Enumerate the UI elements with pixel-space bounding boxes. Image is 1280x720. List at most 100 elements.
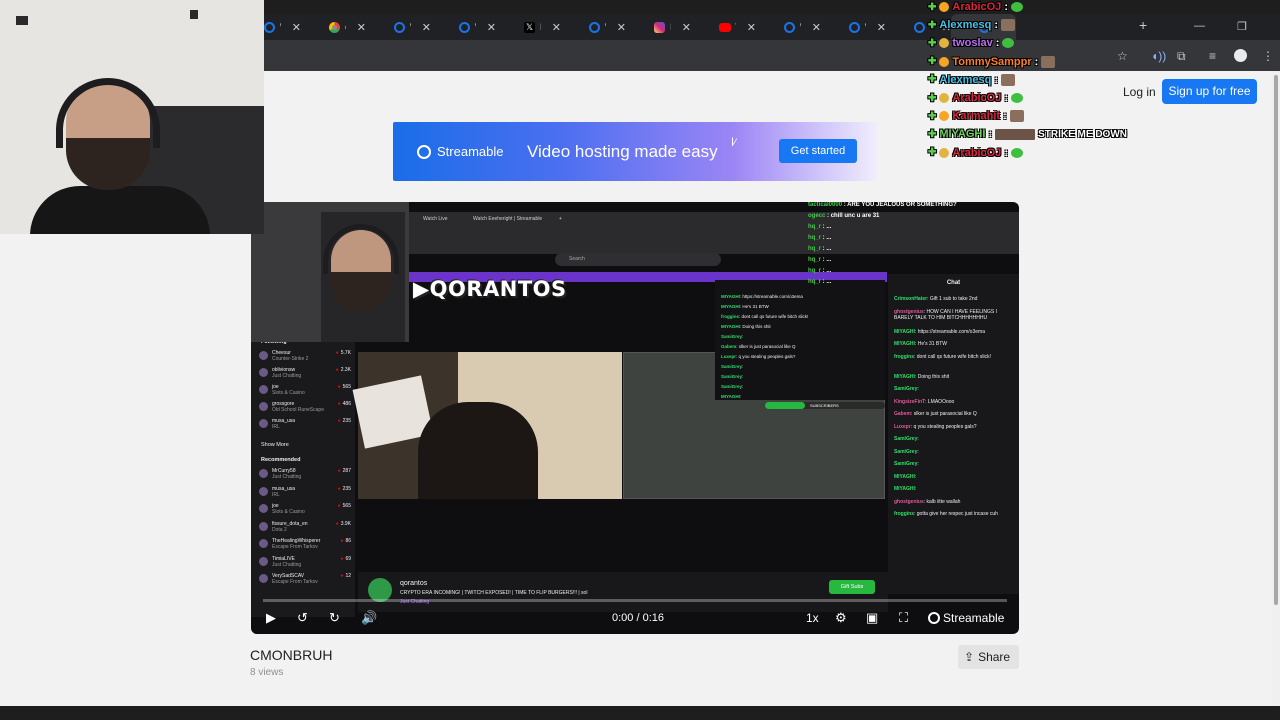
chat-message: q you stealing peoples gals? <box>738 354 796 359</box>
tab-label: This <box>735 22 736 32</box>
viewer-count: 3.9K <box>336 521 351 527</box>
tab-close-icon[interactable]: ✕ <box>812 21 821 34</box>
following-item: musa_usaIRL 235 <box>259 418 351 430</box>
emote-icon <box>1010 2 1023 12</box>
top-chat-line: hq_r : ... <box>808 257 832 263</box>
browser-tab[interactable]: Watc ✕ <box>756 14 821 40</box>
chat-username: Luxepr <box>894 423 911 430</box>
minimize-button[interactable]: — <box>1194 20 1205 32</box>
tab-label: Watc <box>475 22 476 32</box>
viewer-count: 486 <box>338 401 351 407</box>
share-button[interactable]: ⇪ Share <box>958 645 1019 669</box>
browser-tab[interactable]: Watc ✕ <box>366 14 431 40</box>
forward-10-icon[interactable]: ↻ <box>329 610 340 626</box>
following-item: CheesurCounter-Strike 2 5.7K <box>259 350 351 362</box>
browser-tab[interactable]: Insta ✕ <box>626 14 691 40</box>
show-more-link: Show More <box>261 442 289 448</box>
recommended-item: joeSlots & Casino 565 <box>259 503 351 515</box>
extensions-puzzle-icon[interactable]: ⧉ <box>1177 49 1186 64</box>
viewer-count: 86 <box>340 538 351 544</box>
browser-tab[interactable]: chro ✕ <box>301 14 366 40</box>
tab-close-icon[interactable]: ✕ <box>552 21 561 34</box>
browser-tab[interactable]: Watc ✕ <box>821 14 886 40</box>
banner-headline: Video hosting made easy <box>527 142 718 161</box>
emote-icon <box>995 128 1036 140</box>
overlay-chat-line: ✚ Karmahit: <box>928 108 1024 124</box>
channel-text: musa_usa IRL <box>272 486 295 498</box>
extension-audio-icon[interactable]: ◖)) <box>1151 49 1166 63</box>
user-badge-icon <box>939 56 950 67</box>
instagram-icon <box>654 21 665 33</box>
mid-chat-line: SamiGrey: <box>721 374 744 379</box>
tab-close-icon[interactable]: ✕ <box>877 21 886 34</box>
restore-button[interactable]: ❐ <box>1237 20 1247 33</box>
user-badge-icon <box>939 38 950 49</box>
browser-tab[interactable]: Watc ✕ <box>431 14 496 40</box>
ad-banner[interactable]: Streamable Video hosting made easy ⅼ⁄ Ge… <box>393 122 878 181</box>
chat-username: MIYAGHI <box>721 394 740 399</box>
fullscreen-icon[interactable]: ⛶ <box>899 610 908 626</box>
channel-category: Dota 2 <box>272 526 287 533</box>
following-item: joeSlots & Casino 565 <box>259 384 351 396</box>
x-icon: 𝕏 <box>524 21 535 33</box>
chat-username: hq_r <box>808 246 822 252</box>
overlay-colon: : <box>995 37 1000 50</box>
channel-category: IRL <box>272 424 280 430</box>
get-started-button[interactable]: Get started <box>779 139 857 163</box>
browser-tab[interactable]: This ✕ <box>691 14 756 40</box>
signup-button[interactable]: Sign up for free <box>1162 79 1257 104</box>
sparkle-icon: ⅼ⁄ <box>731 137 736 149</box>
video-title: CMONBRUH <box>250 647 333 663</box>
rewind-10-icon[interactable]: ↺ <box>297 610 308 626</box>
tab-close-icon[interactable]: ✕ <box>682 21 691 34</box>
top-chat-line: tactical0000 : ARE YOU JEALOUS OR SOMETH… <box>808 202 957 208</box>
viewer-count: 12 <box>340 573 351 579</box>
chrome-icon <box>329 21 340 33</box>
browser-menu-icon[interactable]: ⋮ <box>1262 49 1274 63</box>
channel-text: fissure_dota_en Dota 2 <box>272 521 308 533</box>
page-scrollbar[interactable] <box>1272 71 1280 706</box>
subscriber-goal-bar: SUBSCRIBERS <box>765 402 885 409</box>
following-item: oblivionswJust Chatting 2.3K <box>259 367 351 379</box>
badge-star-icon: ✚ <box>928 37 937 49</box>
chat-username: ghostgenius <box>894 498 924 505</box>
tab-close-icon[interactable]: ✕ <box>487 21 496 34</box>
recommended-header: Recommended <box>261 457 301 463</box>
chat-username: froggins <box>894 353 914 360</box>
streamable-icon <box>394 21 405 33</box>
screen: Watc✕chro✕Watc✕Watc✕𝕏Hom✕Watc✕Insta✕This… <box>0 0 1280 720</box>
play-icon[interactable]: ▶ <box>266 610 276 626</box>
settings-gear-icon[interactable]: ⚙ <box>835 610 847 626</box>
tab-close-icon[interactable]: ✕ <box>422 21 431 34</box>
tab-close-icon[interactable]: ✕ <box>617 21 626 34</box>
stream-title: CRYPTO ERA INCOMING! | TWITCH EXPOSED! |… <box>400 590 588 596</box>
tab-label: Watc <box>605 22 606 32</box>
qorantos-logo-text: QORANTOS <box>429 277 567 301</box>
browser-tab[interactable]: Watc ✕ <box>561 14 626 40</box>
tab-close-icon[interactable]: ✕ <box>292 21 301 34</box>
tab-close-icon[interactable]: ✕ <box>357 21 366 34</box>
media-control-icon[interactable]: ≡ <box>1209 49 1216 63</box>
streamable-watermark[interactable]: Streamable <box>928 611 1004 625</box>
profile-avatar[interactable] <box>1234 49 1247 62</box>
scrollbar-thumb[interactable] <box>1274 75 1278 605</box>
pip-icon[interactable]: ▣ <box>866 610 878 626</box>
chat-message: slker is just parasocial like Q <box>738 344 796 349</box>
side-chat-line: Luxepr: q you stealing peoples gals? <box>894 423 977 430</box>
badge-star-icon: ✚ <box>928 19 937 31</box>
chat-message: dont call qs future wife bitch slick! <box>916 353 991 360</box>
video-player[interactable]: Watch Live Watch Eeeheright | Streamable… <box>251 202 1019 634</box>
volume-icon[interactable]: 🔊 <box>361 610 377 626</box>
tab-label: Watc <box>865 22 866 32</box>
overlay-colon: : <box>988 128 993 141</box>
playback-speed-button[interactable]: 1x <box>806 611 819 625</box>
channel-text: joe Slots & Casino <box>272 503 305 515</box>
overlay-colon: : <box>1004 1 1008 13</box>
subscriber-goal-fill <box>765 402 805 409</box>
browser-tab[interactable]: 𝕏 Hom ✕ <box>496 14 561 40</box>
overlay-chat: ✚ ArabicOJ: ✚ Alexmesq: ✚ twoslav: ✚ TommySampp… <box>928 0 1148 160</box>
tab-close-icon[interactable]: ✕ <box>747 21 756 34</box>
chat-username: ghostgenius <box>894 308 924 315</box>
tab-label: Insta <box>670 22 671 32</box>
overlay-chat-line: ✚ ArabicOJ: <box>928 90 1023 106</box>
